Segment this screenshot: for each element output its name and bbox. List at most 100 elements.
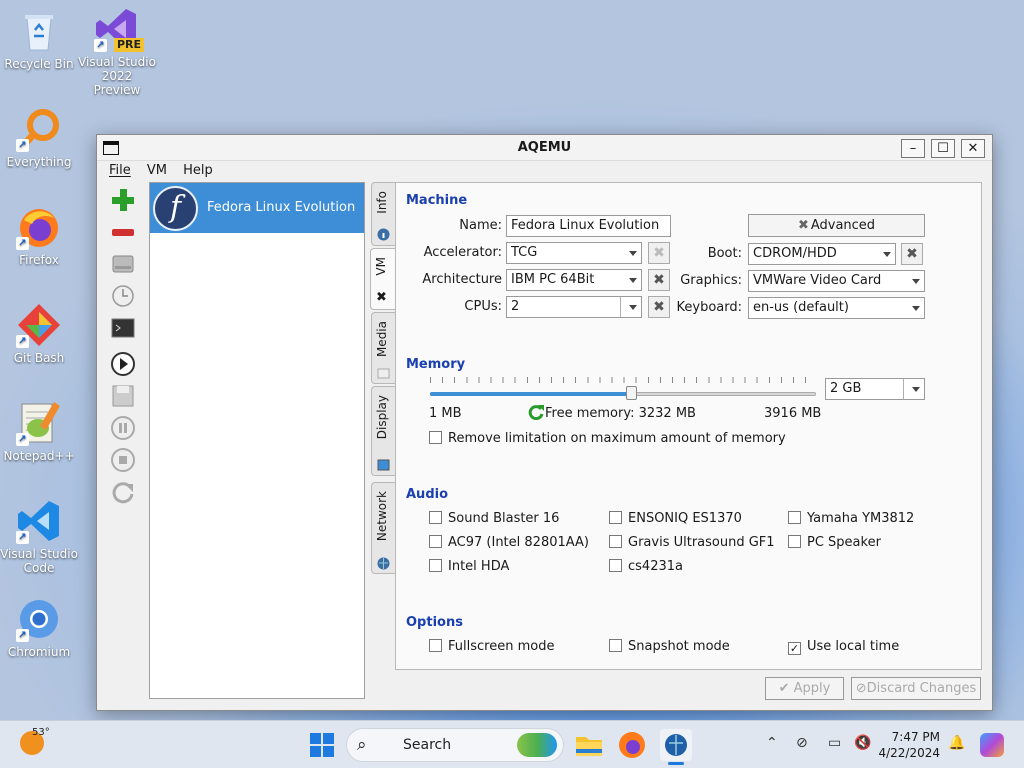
name-field[interactable]: Fedora Linux Evolution xyxy=(506,215,671,237)
search-icon: ⌕ xyxy=(357,735,367,755)
firefox-taskbar-icon[interactable] xyxy=(616,729,648,761)
aqemu-taskbar-icon[interactable] xyxy=(660,729,692,765)
maximize-button[interactable]: ☐ xyxy=(931,139,955,158)
apply-button[interactable]: ✔ Apply xyxy=(765,677,844,700)
stop-vm-icon[interactable] xyxy=(110,447,136,473)
desktop-icon-recycle-bin[interactable]: Recycle Bin xyxy=(0,8,78,71)
refresh-icon[interactable] xyxy=(528,404,544,421)
remove-vm-icon[interactable] xyxy=(110,219,136,245)
desktop-icon-everything[interactable]: ↗ Everything xyxy=(0,106,78,169)
add-vm-icon[interactable] xyxy=(110,187,136,213)
desktop-icon-chromium[interactable]: ↗ Chromium xyxy=(0,596,78,659)
memory-slider-handle[interactable] xyxy=(625,386,637,400)
boot-label: Boot: xyxy=(707,246,742,261)
discard-icon: ⊘ xyxy=(855,681,867,696)
checkbox-label: Intel HDA xyxy=(448,559,510,574)
audio-sb16-checkbox[interactable]: Sound Blaster 16 xyxy=(429,511,559,526)
vm-list: f Fedora Linux Evolution xyxy=(149,182,365,699)
clock[interactable]: 7:47 PM 4/22/2024 xyxy=(878,729,940,761)
tab-vm[interactable]: VM ✖ xyxy=(370,248,396,310)
memory-size-select[interactable]: 2 GB xyxy=(825,378,925,400)
clock-icon[interactable] xyxy=(110,283,136,309)
keyboard-label: Keyboard: xyxy=(676,300,743,315)
advanced-button[interactable]: ✖ Advanced xyxy=(748,214,925,237)
audio-es1370-checkbox[interactable]: ENSONIQ ES1370 xyxy=(609,511,742,526)
audio-hda-checkbox[interactable]: Intel HDA xyxy=(429,559,509,574)
remove-memory-limit-checkbox[interactable]: Remove limitation on maximum amount of m… xyxy=(429,431,786,446)
display-icon[interactable]: ▭ xyxy=(828,735,841,751)
checkbox-label: Gravis Ultrasound GF1 xyxy=(628,535,775,550)
graphics-select[interactable]: VMWare Video Card xyxy=(748,270,925,292)
vm-toolbar xyxy=(103,187,143,511)
save-state-icon[interactable] xyxy=(110,383,136,409)
snapshot-checkbox[interactable]: Snapshot mode xyxy=(609,639,730,654)
menu-help[interactable]: Help xyxy=(183,163,213,178)
memory-max-label: 3916 MB xyxy=(764,406,822,421)
checkbox-label: Use local time xyxy=(807,639,900,654)
local-time-checkbox[interactable]: ✓ Use local time xyxy=(788,639,899,655)
start-vm-icon[interactable] xyxy=(110,351,136,377)
network-disconnected-icon[interactable]: ⊘ xyxy=(796,735,808,751)
search-highlight-icon xyxy=(517,733,557,757)
desktop-icon-label: Visual Studio 2022 Preview xyxy=(78,55,156,97)
reset-vm-icon[interactable] xyxy=(110,479,136,505)
checkbox-label: Fullscreen mode xyxy=(448,639,555,654)
shortcut-arrow-icon: ↗ xyxy=(16,433,29,446)
vm-hdd-icon[interactable] xyxy=(110,251,136,277)
info-icon xyxy=(377,228,390,241)
tab-info[interactable]: Info xyxy=(371,182,395,246)
file-explorer-icon[interactable] xyxy=(573,729,605,761)
tools-icon: ✖ xyxy=(797,218,809,233)
tab-network[interactable]: Network xyxy=(371,482,395,574)
audio-ac97-checkbox[interactable]: AC97 (Intel 82801AA) xyxy=(429,535,589,550)
desktop-icon-git-bash[interactable]: ↗ Git Bash xyxy=(0,302,78,365)
machine-heading: Machine xyxy=(406,193,468,208)
architecture-value: IBM PC 64Bit xyxy=(511,272,595,287)
close-button[interactable]: ✕ xyxy=(961,139,985,158)
shortcut-arrow-icon: ↗ xyxy=(16,237,29,250)
architecture-select[interactable]: IBM PC 64Bit xyxy=(506,269,642,291)
desktop-icon-label: Firefox xyxy=(19,253,59,267)
accelerator-select[interactable]: TCG xyxy=(506,242,642,264)
minimize-button[interactable]: – xyxy=(901,139,925,158)
audio-ym3812-checkbox[interactable]: Yamaha YM3812 xyxy=(788,511,914,526)
desktop-icon-visual-studio[interactable]: ↗ PRE Visual Studio 2022 Preview xyxy=(78,6,156,97)
title-bar[interactable]: AQEMU – ☐ ✕ xyxy=(97,135,992,161)
taskbar-search-box[interactable]: ⌕ Search xyxy=(346,728,564,762)
menu-file[interactable]: File xyxy=(109,163,131,178)
pause-vm-icon[interactable] xyxy=(110,415,136,441)
desktop-icon-firefox[interactable]: ↗ Firefox xyxy=(0,204,78,267)
menu-vm[interactable]: VM xyxy=(147,163,167,178)
desktop-icon-vscode[interactable]: ↗ Visual Studio Code xyxy=(0,498,78,575)
cpus-spinner[interactable]: 2 xyxy=(506,296,642,318)
audio-gus-checkbox[interactable]: Gravis Ultrasound GF1 xyxy=(609,535,775,550)
audio-pcspk-checkbox[interactable]: PC Speaker xyxy=(788,535,881,550)
notification-bell-icon[interactable]: 🔔 xyxy=(948,735,965,751)
discard-changes-button[interactable]: ⊘Discard Changes xyxy=(851,677,981,700)
options-heading: Options xyxy=(406,615,463,630)
discard-label: Discard Changes xyxy=(866,681,977,696)
vm-list-item[interactable]: f Fedora Linux Evolution xyxy=(150,183,364,233)
keyboard-select[interactable]: en-us (default) xyxy=(748,297,925,319)
taskbar: 53° ⌕ Search ⌃ ⊘ ▭ 🔇 7:47 PM 4/22/2024 🔔 xyxy=(0,720,1024,768)
boot-settings-icon[interactable]: ✖ xyxy=(901,243,923,265)
terminal-icon[interactable] xyxy=(110,315,136,341)
desktop-icon-notepadpp[interactable]: ↗ Notepad++ xyxy=(0,400,78,463)
fullscreen-checkbox[interactable]: Fullscreen mode xyxy=(429,639,554,654)
tab-label: Display xyxy=(375,395,389,440)
start-windows-icon[interactable] xyxy=(306,729,338,761)
graphics-value: VMWare Video Card xyxy=(753,273,882,288)
checkbox-label: Sound Blaster 16 xyxy=(448,511,560,526)
volume-muted-icon[interactable]: 🔇 xyxy=(854,735,871,751)
graphics-label: Graphics: xyxy=(680,273,742,288)
memory-slider[interactable] xyxy=(430,386,816,400)
audio-heading: Audio xyxy=(406,487,449,502)
accelerator-settings-icon[interactable]: ✖ xyxy=(648,242,670,264)
boot-select[interactable]: CDROM/HDD xyxy=(748,243,896,265)
copilot-icon[interactable] xyxy=(980,733,1004,757)
tab-display[interactable]: Display xyxy=(371,386,395,476)
tab-media[interactable]: Media xyxy=(371,312,395,384)
memory-heading: Memory xyxy=(406,357,466,372)
audio-cs4231a-checkbox[interactable]: cs4231a xyxy=(609,559,683,574)
show-hidden-icons-chevron-icon[interactable]: ⌃ xyxy=(766,735,778,751)
